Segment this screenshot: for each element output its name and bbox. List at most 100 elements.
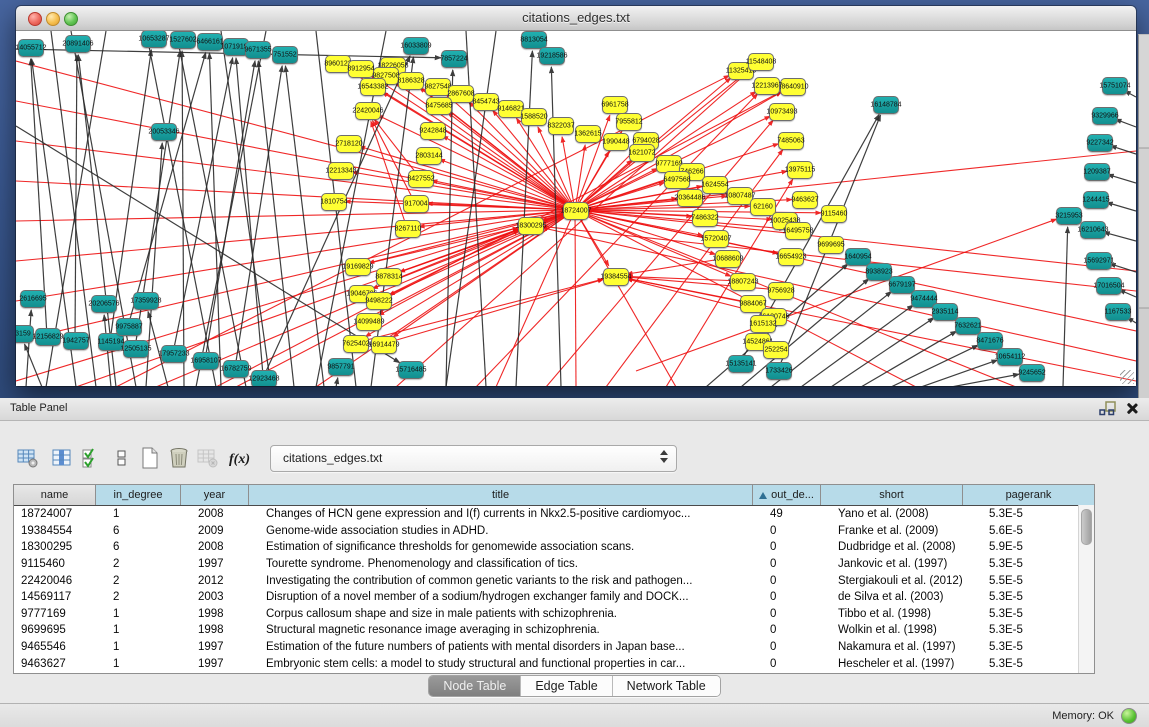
network-node[interactable]: 12923468 bbox=[251, 370, 277, 386]
network-edge[interactable] bbox=[355, 279, 603, 343]
network-edge[interactable] bbox=[216, 92, 781, 386]
network-node[interactable]: 1621072 bbox=[629, 144, 655, 162]
network-node[interactable]: 7955812 bbox=[616, 113, 642, 131]
table-row[interactable]: 946362711997Embryonic stem cells: a mode… bbox=[14, 655, 1094, 672]
window-titlebar[interactable]: citations_edges.txt bbox=[16, 6, 1136, 31]
table-row[interactable]: 1938455462009Genome-wide association stu… bbox=[14, 523, 1094, 540]
network-node[interactable]: 9857791 bbox=[328, 358, 354, 376]
network-edge[interactable] bbox=[336, 378, 338, 386]
network-node[interactable]: 20364486 bbox=[677, 189, 703, 207]
table-row[interactable]: 1830029562008Estimation of significance … bbox=[14, 539, 1094, 556]
function-icon[interactable]: f(x) bbox=[224, 442, 256, 474]
network-node[interactable]: 8938923 bbox=[866, 263, 892, 281]
network-node[interactable]: 8427552 bbox=[408, 170, 434, 188]
network-edge[interactable] bbox=[1107, 174, 1136, 183]
network-node[interactable]: 8475685 bbox=[426, 97, 452, 115]
network-node[interactable]: 7485063 bbox=[778, 132, 804, 150]
network-node[interactable]: 2935114 bbox=[932, 303, 958, 321]
network-node[interactable]: 9463627 bbox=[792, 191, 818, 209]
network-edge[interactable] bbox=[627, 278, 1136, 381]
network-node[interactable]: 18640910 bbox=[780, 78, 806, 96]
network-edge[interactable] bbox=[196, 31, 266, 386]
network-edge[interactable] bbox=[861, 331, 957, 386]
network-node[interactable]: 9699695 bbox=[818, 236, 844, 254]
network-edge[interactable] bbox=[16, 101, 575, 210]
network-node[interactable]: 751552 bbox=[272, 46, 298, 64]
network-node[interactable]: 14099489 bbox=[356, 313, 382, 331]
network-node[interactable]: 9498222 bbox=[366, 292, 392, 310]
network-node[interactable]: 16782759 bbox=[223, 360, 249, 378]
table-row[interactable]: 969969511998Structural magnetic resonanc… bbox=[14, 622, 1094, 639]
table-row[interactable]: 911546021997Tourette syndrome. Phenomeno… bbox=[14, 556, 1094, 573]
scrollbar-thumb[interactable] bbox=[1081, 509, 1092, 545]
network-node[interactable]: 18300295 bbox=[518, 217, 544, 235]
network-edge[interactable] bbox=[285, 66, 324, 386]
table-row[interactable]: 946554611997Estimation of the future num… bbox=[14, 639, 1094, 656]
new-document-icon[interactable] bbox=[134, 442, 166, 474]
network-node[interactable]: 10654112 bbox=[997, 348, 1023, 366]
network-node[interactable]: 8878314 bbox=[376, 268, 402, 286]
tab-network-table[interactable]: Network Table bbox=[613, 676, 720, 696]
network-node[interactable]: 16033809 bbox=[403, 37, 429, 55]
network-node[interactable]: 10653287 bbox=[141, 31, 167, 48]
network-node[interactable]: 8454743 bbox=[473, 93, 499, 111]
network-node[interactable]: 6961758 bbox=[602, 96, 628, 114]
network-node[interactable]: 20891406 bbox=[65, 35, 91, 53]
column-header-outde[interactable]: out_de... bbox=[753, 485, 821, 505]
network-node[interactable]: 1615132 bbox=[750, 315, 776, 333]
table-row[interactable]: 1456911722003Disruption of a novel membe… bbox=[14, 589, 1094, 606]
network-edge[interactable] bbox=[1109, 264, 1136, 272]
network-node[interactable]: 16543382 bbox=[360, 78, 386, 96]
network-node[interactable]: 14055712 bbox=[18, 39, 44, 57]
network-node[interactable]: 17957233 bbox=[161, 345, 187, 363]
network-node[interactable]: 16495758 bbox=[785, 222, 811, 240]
network-node[interactable]: 18724007 bbox=[563, 202, 589, 220]
network-node[interactable]: 93159 bbox=[16, 325, 34, 343]
network-node[interactable]: 17359928 bbox=[133, 292, 159, 310]
network-node[interactable]: 1810754 bbox=[321, 193, 347, 211]
network-node[interactable]: 22420046 bbox=[355, 102, 381, 120]
network-node[interactable]: 19169829 bbox=[345, 258, 371, 276]
tab-node-table[interactable]: Node Table bbox=[429, 676, 521, 696]
network-node[interactable]: 8267110 bbox=[395, 220, 421, 238]
network-edge[interactable] bbox=[26, 310, 31, 386]
network-node[interactable]: 10688609 bbox=[715, 250, 741, 268]
network-node[interactable]: 1588520 bbox=[521, 108, 547, 126]
network-edge[interactable] bbox=[575, 210, 576, 386]
network-node[interactable]: 7486322 bbox=[692, 209, 718, 227]
network-node[interactable]: 1244415 bbox=[1083, 191, 1109, 209]
network-node[interactable]: 10973493 bbox=[769, 103, 795, 121]
column-header-year[interactable]: year bbox=[181, 485, 249, 505]
network-node[interactable]: 17016504 bbox=[1096, 277, 1122, 295]
network-node[interactable]: 12505135 bbox=[123, 340, 149, 358]
tab-edge-table[interactable]: Edge Table bbox=[521, 676, 612, 696]
vertical-scrollbar[interactable] bbox=[1078, 505, 1094, 673]
network-node[interactable]: 9242848 bbox=[420, 122, 446, 140]
network-edge[interactable] bbox=[575, 210, 1136, 331]
network-node[interactable]: 20206576 bbox=[91, 295, 117, 313]
network-node[interactable]: 1624554 bbox=[702, 176, 728, 194]
network-node[interactable]: 15716485 bbox=[398, 361, 424, 379]
table-selector-dropdown[interactable]: citations_edges.txt bbox=[270, 445, 677, 472]
network-node[interactable]: 1990448 bbox=[603, 133, 629, 151]
network-edge[interactable] bbox=[1107, 202, 1136, 211]
network-node[interactable]: 6497568 bbox=[664, 171, 690, 189]
select-rows-check-icon[interactable] bbox=[75, 442, 107, 474]
network-node[interactable]: 9329966 bbox=[1092, 107, 1118, 125]
network-node[interactable]: 6466161 bbox=[197, 33, 223, 51]
network-node[interactable]: 8471676 bbox=[977, 332, 1003, 350]
network-node[interactable]: 7625402 bbox=[343, 335, 369, 353]
network-node[interactable]: 1733426 bbox=[766, 362, 792, 380]
column-header-indegree[interactable]: in_degree bbox=[96, 485, 181, 505]
float-panel-icon[interactable] bbox=[1099, 401, 1117, 416]
network-node[interactable]: 252254 bbox=[763, 341, 789, 359]
network-node[interactable]: 7857224 bbox=[441, 50, 467, 68]
network-node[interactable]: 16958107 bbox=[193, 352, 219, 370]
network-node[interactable]: 8912954 bbox=[348, 60, 374, 78]
network-node[interactable]: 16654923 bbox=[778, 248, 804, 266]
network-edge[interactable] bbox=[16, 210, 575, 341]
network-node[interactable]: 16148784 bbox=[873, 96, 899, 114]
network-node[interactable]: 2803144 bbox=[416, 147, 442, 165]
network-node[interactable]: 7632621 bbox=[955, 317, 981, 335]
network-edge[interactable] bbox=[75, 55, 77, 340]
